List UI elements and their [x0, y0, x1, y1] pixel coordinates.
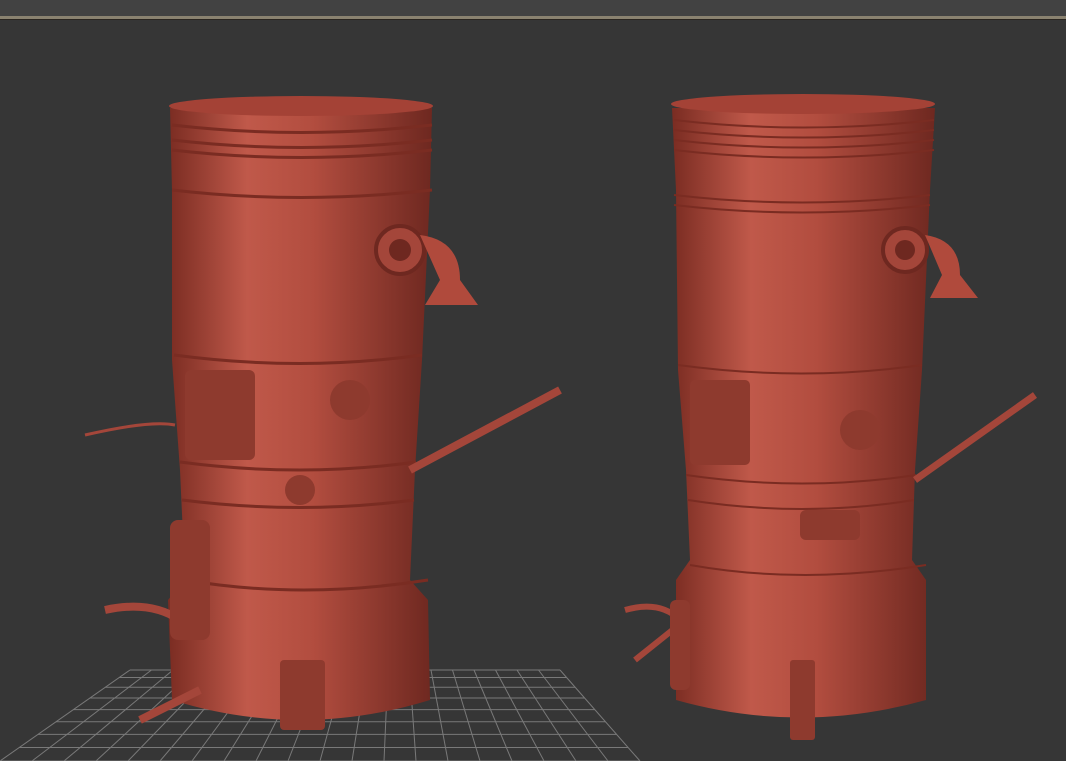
viewport-canvas[interactable]	[0, 20, 1066, 761]
engine-model-left[interactable]	[84, 96, 562, 730]
viewport-top-bar	[0, 0, 1066, 16]
3d-viewport[interactable]	[0, 20, 1066, 761]
engine-model-right[interactable]	[624, 94, 1038, 740]
